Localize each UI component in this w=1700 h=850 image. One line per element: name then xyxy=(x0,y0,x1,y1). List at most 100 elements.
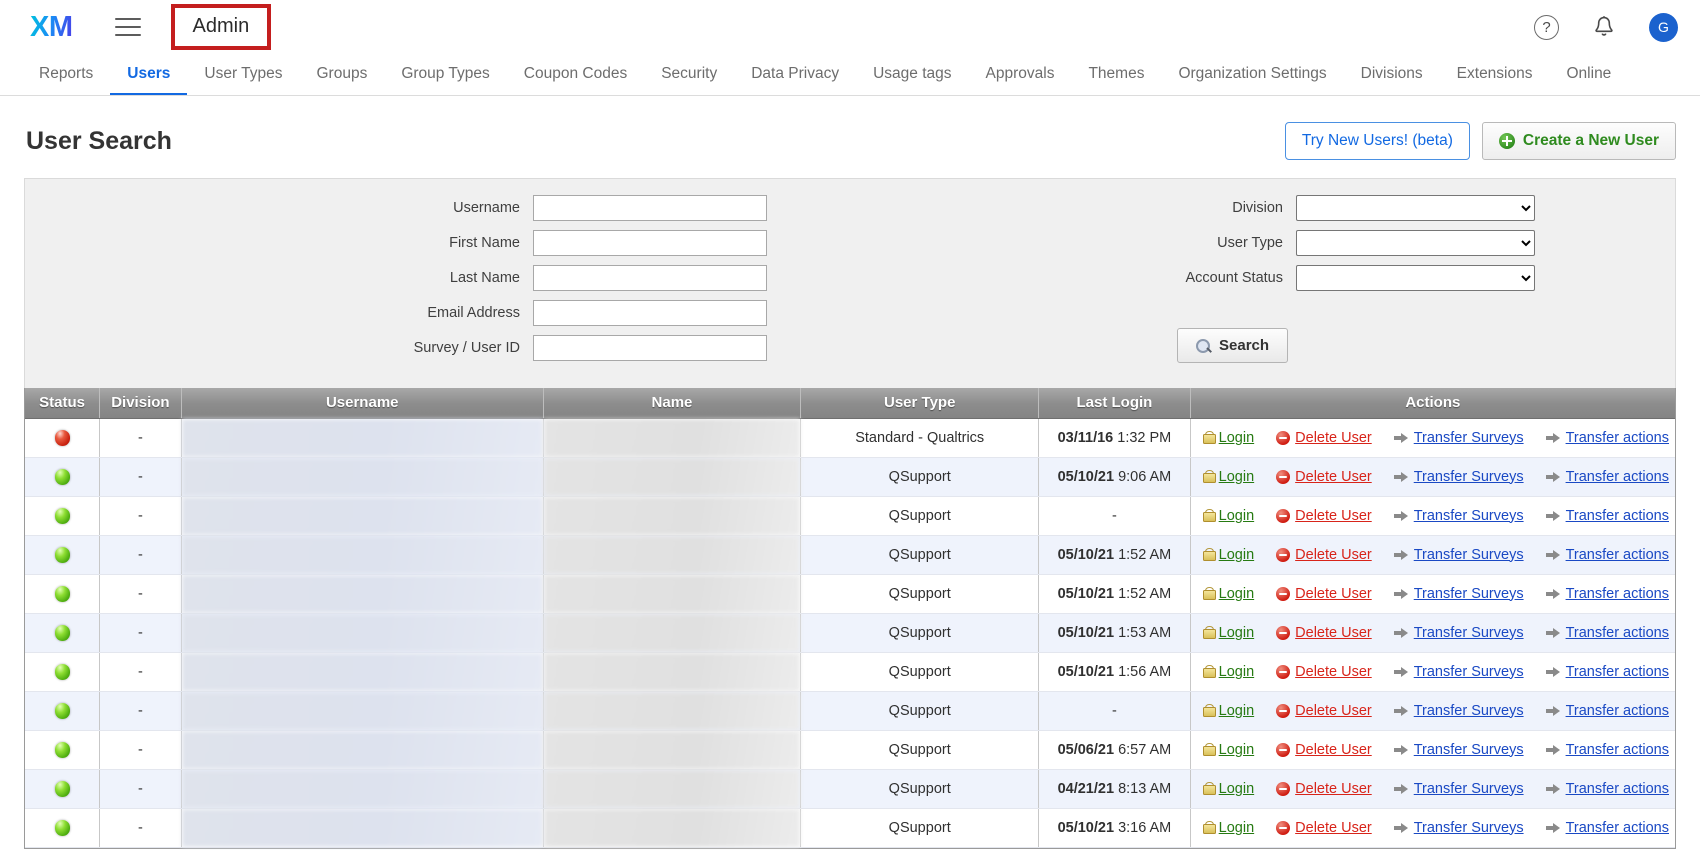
nav-tab-online[interactable]: Online xyxy=(1550,54,1629,96)
transfer-actions-action[interactable]: Transfer actions xyxy=(1546,508,1669,524)
transfer-actions-label: Transfer actions xyxy=(1566,820,1669,836)
username-cell[interactable] xyxy=(181,808,543,847)
delete-user-action[interactable]: Delete User xyxy=(1276,430,1372,446)
nav-tab-group-types[interactable]: Group Types xyxy=(384,54,506,96)
nav-tab-users[interactable]: Users xyxy=(110,54,187,96)
nav-tab-reports[interactable]: Reports xyxy=(22,54,110,96)
login-action[interactable]: Login xyxy=(1203,703,1254,719)
nav-tab-data-privacy[interactable]: Data Privacy xyxy=(734,54,856,96)
hamburger-menu-icon[interactable] xyxy=(115,18,141,36)
user-type-select[interactable] xyxy=(1296,230,1535,256)
create-a-new-user-button[interactable]: Create a New User xyxy=(1482,122,1676,160)
username-cell[interactable] xyxy=(181,691,543,730)
delete-user-action[interactable]: Delete User xyxy=(1276,781,1372,797)
login-action[interactable]: Login xyxy=(1203,547,1254,563)
transfer-actions-label: Transfer actions xyxy=(1566,430,1669,446)
nav-tab-themes[interactable]: Themes xyxy=(1071,54,1161,96)
notification-bell-icon[interactable] xyxy=(1593,15,1615,39)
login-action[interactable]: Login xyxy=(1203,625,1254,641)
column-header-last-login[interactable]: Last Login xyxy=(1039,388,1191,418)
admin-label[interactable]: Admin xyxy=(171,4,272,50)
column-header-status[interactable]: Status xyxy=(25,388,100,418)
division-select[interactable] xyxy=(1296,195,1535,221)
name-cell xyxy=(543,652,801,691)
xm-logo[interactable]: XM xyxy=(30,13,73,42)
transfer-surveys-action[interactable]: Transfer Surveys xyxy=(1394,430,1524,446)
transfer-surveys-action[interactable]: Transfer Surveys xyxy=(1394,820,1524,836)
login-action[interactable]: Login xyxy=(1203,508,1254,524)
login-action[interactable]: Login xyxy=(1203,820,1254,836)
email-address-input[interactable] xyxy=(533,300,767,326)
login-action[interactable]: Login xyxy=(1203,664,1254,680)
transfer-surveys-action[interactable]: Transfer Surveys xyxy=(1394,664,1524,680)
nav-tab-extensions[interactable]: Extensions xyxy=(1440,54,1550,96)
delete-user-action[interactable]: Delete User xyxy=(1276,625,1372,641)
column-header-username[interactable]: Username xyxy=(181,388,543,418)
login-action[interactable]: Login xyxy=(1203,781,1254,797)
nav-tab-coupon-codes[interactable]: Coupon Codes xyxy=(507,54,644,96)
delete-user-action[interactable]: Delete User xyxy=(1276,469,1372,485)
actions-cell: Login Delete User Transfer Surveys Transfer… xyxy=(1190,496,1675,535)
transfer-surveys-action[interactable]: Transfer Surveys xyxy=(1394,586,1524,602)
username-cell[interactable] xyxy=(181,613,543,652)
username-cell[interactable] xyxy=(181,457,543,496)
transfer-actions-action[interactable]: Transfer actions xyxy=(1546,469,1669,485)
username-cell[interactable] xyxy=(181,574,543,613)
transfer-actions-action[interactable]: Transfer actions xyxy=(1546,703,1669,719)
nav-tab-groups[interactable]: Groups xyxy=(299,54,384,96)
username-input[interactable] xyxy=(533,195,767,221)
delete-user-action[interactable]: Delete User xyxy=(1276,820,1372,836)
transfer-actions-action[interactable]: Transfer actions xyxy=(1546,430,1669,446)
transfer-actions-action[interactable]: Transfer actions xyxy=(1546,547,1669,563)
last-name-input[interactable] xyxy=(533,265,767,291)
username-cell[interactable] xyxy=(181,652,543,691)
login-action[interactable]: Login xyxy=(1203,430,1254,446)
login-action[interactable]: Login xyxy=(1203,469,1254,485)
nav-tab-divisions[interactable]: Divisions xyxy=(1344,54,1440,96)
avatar[interactable]: G xyxy=(1649,13,1678,42)
delete-user-action[interactable]: Delete User xyxy=(1276,742,1372,758)
transfer-surveys-action[interactable]: Transfer Surveys xyxy=(1394,469,1524,485)
column-header-user-type[interactable]: User Type xyxy=(801,388,1039,418)
username-cell[interactable] xyxy=(181,769,543,808)
try-new-users-beta-button[interactable]: Try New Users! (beta) xyxy=(1285,122,1470,160)
transfer-actions-action[interactable]: Transfer actions xyxy=(1546,820,1669,836)
search-button[interactable]: Search xyxy=(1177,328,1288,363)
survey-user-id-input[interactable] xyxy=(533,335,767,361)
username-cell[interactable] xyxy=(181,418,543,457)
column-header-name[interactable]: Name xyxy=(543,388,801,418)
nav-tab-security[interactable]: Security xyxy=(644,54,734,96)
transfer-surveys-action[interactable]: Transfer Surveys xyxy=(1394,625,1524,641)
delete-user-action[interactable]: Delete User xyxy=(1276,547,1372,563)
delete-user-action[interactable]: Delete User xyxy=(1276,703,1372,719)
username-cell[interactable] xyxy=(181,496,543,535)
delete-user-action[interactable]: Delete User xyxy=(1276,586,1372,602)
username-cell[interactable] xyxy=(181,730,543,769)
transfer-surveys-action[interactable]: Transfer Surveys xyxy=(1394,781,1524,797)
nav-tab-user-types[interactable]: User Types xyxy=(187,54,299,96)
transfer-actions-action[interactable]: Transfer actions xyxy=(1546,781,1669,797)
account-status-select[interactable] xyxy=(1296,265,1535,291)
login-action[interactable]: Login xyxy=(1203,742,1254,758)
nav-tab-approvals[interactable]: Approvals xyxy=(969,54,1072,96)
login-label: Login xyxy=(1219,664,1254,680)
transfer-actions-action[interactable]: Transfer actions xyxy=(1546,664,1669,680)
transfer-surveys-action[interactable]: Transfer Surveys xyxy=(1394,703,1524,719)
transfer-surveys-action[interactable]: Transfer Surveys xyxy=(1394,547,1524,563)
first-name-input[interactable] xyxy=(533,230,767,256)
delete-user-action[interactable]: Delete User xyxy=(1276,664,1372,680)
transfer-surveys-label: Transfer Surveys xyxy=(1414,508,1524,524)
username-cell[interactable] xyxy=(181,535,543,574)
transfer-actions-action[interactable]: Transfer actions xyxy=(1546,742,1669,758)
login-action[interactable]: Login xyxy=(1203,586,1254,602)
transfer-actions-action[interactable]: Transfer actions xyxy=(1546,625,1669,641)
delete-user-action[interactable]: Delete User xyxy=(1276,508,1372,524)
nav-tab-usage-tags[interactable]: Usage tags xyxy=(856,54,968,96)
column-header-actions[interactable]: Actions xyxy=(1190,388,1675,418)
transfer-actions-action[interactable]: Transfer actions xyxy=(1546,586,1669,602)
nav-tab-organization-settings[interactable]: Organization Settings xyxy=(1161,54,1343,96)
column-header-division[interactable]: Division xyxy=(100,388,182,418)
transfer-surveys-action[interactable]: Transfer Surveys xyxy=(1394,742,1524,758)
transfer-surveys-action[interactable]: Transfer Surveys xyxy=(1394,508,1524,524)
help-icon[interactable]: ? xyxy=(1534,15,1559,40)
